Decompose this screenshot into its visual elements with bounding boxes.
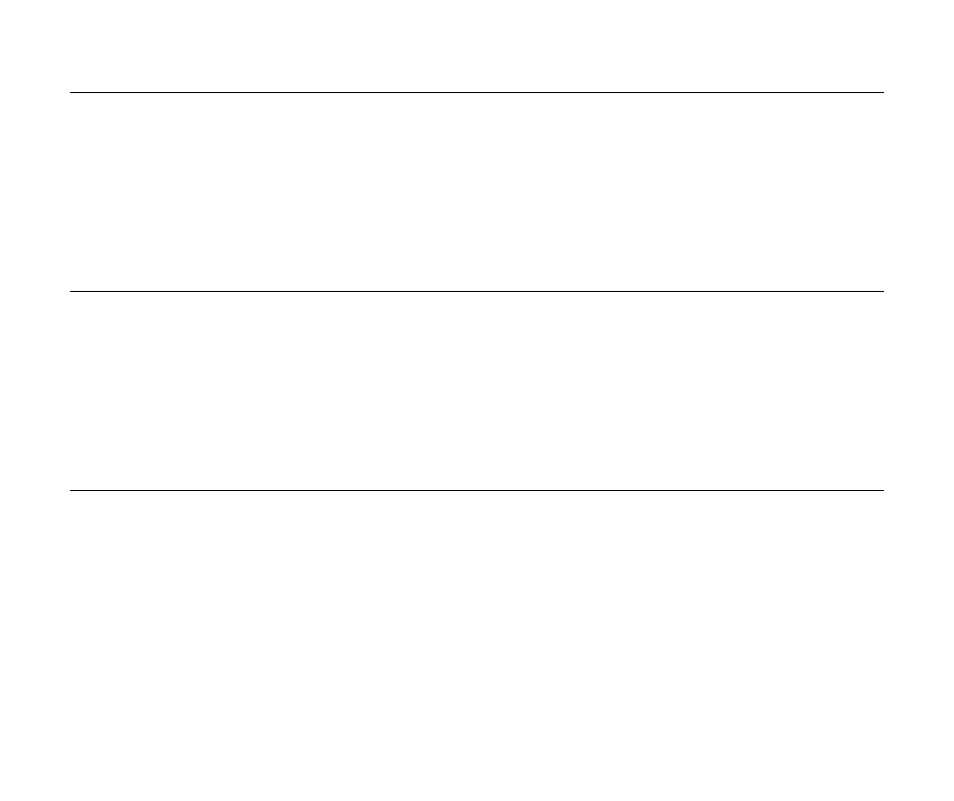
horizontal-line-1: [70, 92, 884, 93]
horizontal-line-2: [70, 291, 884, 292]
horizontal-line-3: [70, 490, 884, 491]
